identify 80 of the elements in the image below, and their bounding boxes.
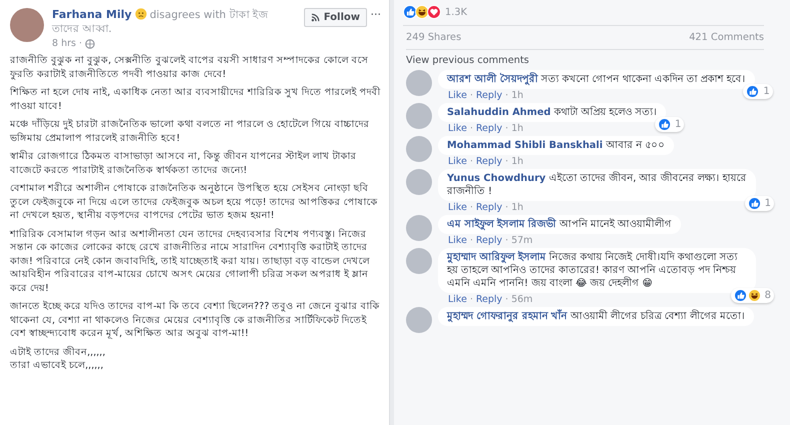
comment-text: মুহাম্মদ গোফরানুর রহমান খাঁন আওয়ামী লীগের চরিত্র বেশ্যা লীগের মতো। [447,311,745,322]
commenter-link[interactable]: মুহাম্মাদ আরিফুল ইসলাম [447,252,546,263]
reply-link[interactable]: Reply [476,202,502,213]
follow-button[interactable]: Follow [304,8,367,27]
separator-dot: · [505,235,508,246]
reply-link[interactable]: Reply [476,123,502,134]
post-paragraph: শারিরিক বেসামাল গড়ন আর অশালীনতা যেন তাদের দেহব্যবসার বিশেষ পণ্যবস্তু। নিজের সন্তান কে কাজের লোকের কাছে রেখে রাজনীতির নামে সারাদিন বেশ্যাবৃত্তি করাটাই তাদের কাজ! পরিবারে নেই কোন জবাবদিহি, তাই যাচ্ছেতাই করা যায়। তাছাড়া বড় বান্ডেল দেখলে আয়বিহীন পরিবারের বাপ-মায়ের চোখে অসৎ মেয়ের গোলাপী চরিত্র সকল অপরাধ ই ম্লান করে দেয়! [10,228,371,295]
separator-dot: · [470,294,473,305]
comment-text: মুহাম্মাদ আরিফুল ইসলাম নিজের কথায় নিজেই দোষী।যদি কথাগুলো সত্য হয় তাহলে আপনিও তাদের কাতারের! কারণ আপনি এতোবড় পদ নিশ্চয় এমনি এমনি পাননি! জয় বাংলা 😂 জয় দেহলীগ 😁 [447,252,738,289]
comment-text: এম সাইফুল ইসলাম রিজভী আপনি মানেই আওয়ামীলীগ [447,219,672,230]
rss-icon [310,13,320,22]
love-reaction-icon [427,5,441,19]
reaction-badge[interactable]: 1 [654,117,684,132]
haha-reaction-icon [415,5,429,19]
reaction-badge[interactable]: 1 [744,196,774,211]
globe-icon [84,38,95,48]
reaction-count[interactable]: 1.3K [445,6,468,18]
sad-face-icon [134,8,147,20]
post-paragraph: বেশামাল শরীরে অশালীন পোষাকে রাজনৈতিক অনুষ্ঠানে উপস্থিত হয়ে সেইসব নোংড়া ছবি তুলে ফেইজবুকে না দিয়ে এলে তাদের ফেইজবুক অচল হয়ে পড়ে! তাদের আপত্তিকর পোষাকে না দেখলে হয়ত, স্থানীয় বড়পদের বাপদের পেটের ভাত হজম হয়না! [10,182,378,222]
avatar [406,136,432,162]
post-paragraph: রাজনীতি বুঝুক না বুঝুক, সেক্সনীতি বুঝলেই বাপের বয়সী সাধারণ সম্পাদকের কোলে বসে ফুরতি করাটাই রাজনীতিতে পদবী পাওয়ার কাজ দেবে! [10,54,370,81]
separator-dot: · [470,202,473,213]
like-link[interactable]: Like [448,156,467,167]
separator-dot: · [505,202,508,213]
comment-time: 57m [511,235,533,246]
comment-time: 1h [511,202,524,213]
avatar [406,169,432,195]
separator-dot: · [470,123,473,134]
avatar [406,215,432,241]
author-link[interactable]: Farhana Mily [52,8,132,21]
avatar [406,103,432,129]
like-link[interactable]: Like [448,123,467,134]
post-paragraph: জানতে ইচ্ছে করে যদিও তাদের বাপ-মা কি তবে বেশ্যা ছিলেন??? তবুও না জেনে বুঝার বাকি থাকেনা যে, বেশ্যা না থাকলেও নিজের মেয়ের বেশ্যাবৃত্তি কে রাজনীতির সার্টিফিকেট দিতেই বেশ স্বাচ্ছন্দ্যবোধ করেন মূর্খ, অশিক্ষিত আর অবুঝ বাপ-মা!! [10,300,380,340]
avatar [406,70,432,96]
reply-link[interactable]: Reply [476,90,502,101]
commenter-link[interactable]: মুহাম্মদ গোফরানুর রহমান খাঁন [447,311,568,322]
like-link[interactable]: Like [448,235,467,246]
comment-text: Yunus Chowdhury এইতো তাদের জীবন, আর জীবনের লক্ষ্য। হায়রে রাজনীতি ! [447,173,747,197]
comment-time: 1h [511,123,524,134]
like-link[interactable]: Like [448,202,467,213]
view-previous-comments-link[interactable]: View previous comments [406,55,764,66]
like-link[interactable]: Like [448,90,467,101]
like-link[interactable]: Like [448,294,467,305]
comment-time: 56m [511,294,533,305]
post-line: তারা এভাবেই চলে,,,,,, [10,358,104,372]
comment-time: 1h [511,90,524,101]
avatar [406,307,432,333]
separator-dot: · [470,235,473,246]
commenter-link[interactable]: Salahuddin Ahmed [447,107,551,118]
comment-text: আরশ আলী সৈয়দপুরী সত্য কখনো গোপন থাকেনা একদিন তা প্রকাশ হবে। [447,74,746,85]
shares-count[interactable]: 249 Shares [406,32,462,43]
post-header-text: Farhana Mily disagrees with টাকা ইজ তাদের আব্বা. [52,8,270,36]
separator-dot: · [505,156,508,167]
post-paragraph: শিক্ষিত না হলে দোষ নাই, একাধিক নেতা আর ব্যবসায়ীদের শারিরিক সুখ দিতে পারলেই পদবী পাওয়া যাবে! [10,86,381,113]
commenter-link[interactable]: Yunus Chowdhury [447,173,546,184]
reply-link[interactable]: Reply [476,294,502,305]
comment-time: 1h [511,156,524,167]
comment-text: Mohammad Shibli Banskhali আবার ন ৫০০ [447,140,666,151]
post-line: এটাই তাদের জীবন,,,,,, [10,346,106,358]
avatar [406,248,432,274]
separator-dot: · [470,156,473,167]
avatar [10,8,44,42]
separator-dot: · [505,123,508,134]
reply-link[interactable]: Reply [476,235,502,246]
post-time: 8 hrs · [52,38,82,49]
separator-dot: · [470,90,473,101]
reply-link[interactable]: Reply [476,156,502,167]
like-reaction-icon [403,5,417,19]
reaction-badge[interactable]: 8 [730,288,774,303]
post-paragraph: স্বামীর রোজগারে ঠিকমত বাসাভাড়া আসবে না, কিন্তু জীবন যাপনের স্টাইল লাখ টাকার বাজেটে করতে পারাটাই রাজনৈতিক স্বার্থকতা তাদের জন্যে! [10,150,358,177]
commenter-link[interactable]: আরশ আলী সৈয়দপুরী [447,74,538,85]
more-button[interactable]: ··· [370,8,381,21]
separator-dot: · [505,294,508,305]
comments-count[interactable]: 421 Comments [689,32,764,43]
commenter-link[interactable]: এম সাইফুল ইসলাম রিজভী [447,219,556,230]
comment-text: Salahuddin Ahmed কথাটা অপ্রিয় হলেও সত্য। [447,107,658,118]
reaction-badge[interactable]: 1 [743,84,773,99]
separator-dot: · [505,90,508,101]
post-paragraph: মঞ্চে দাঁড়িয়ে দুই চারটা রাজনৈতিক ভালো কথা বলতে না পারলে ও হোটেলে গিয়ে বাচ্চাদের ভঙ্গিমায় প্রেমালাপ পারলেই রাজনীতি হবে! [10,118,371,145]
commenter-link[interactable]: Mohammad Shibli Banskhali [447,140,603,151]
